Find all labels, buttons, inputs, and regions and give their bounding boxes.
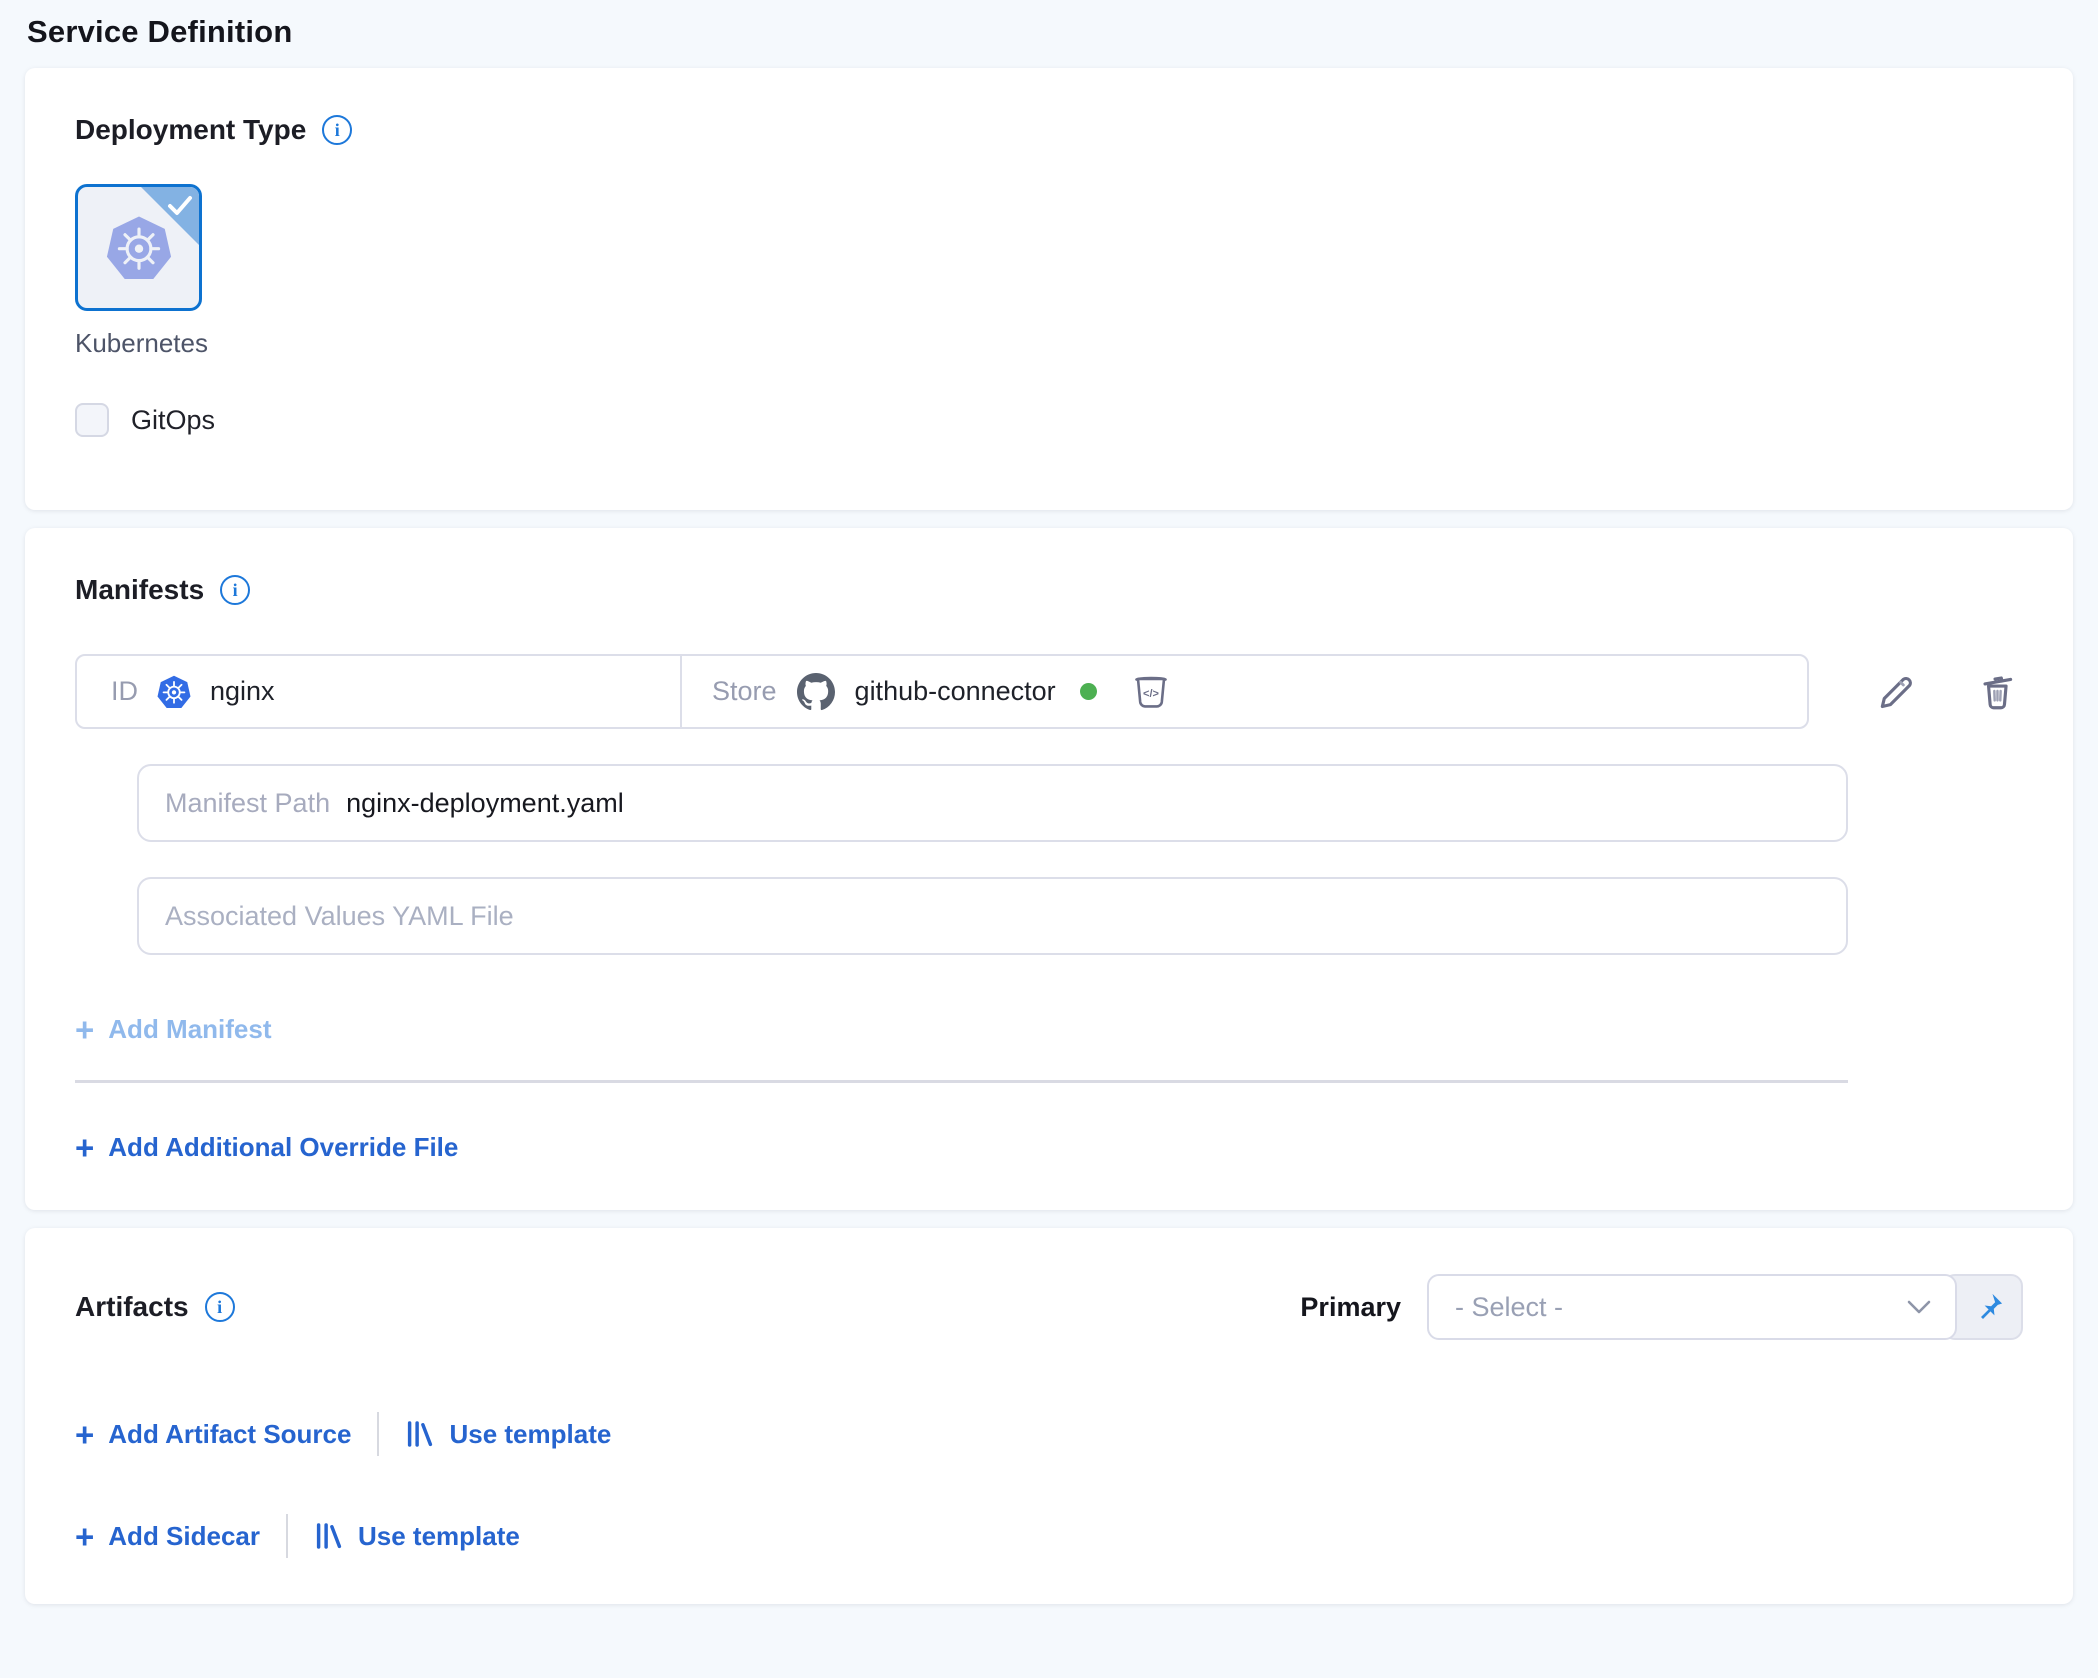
add-override-label: Add Additional Override File [108,1132,458,1163]
gitops-checkbox[interactable] [75,403,109,437]
manifest-path-label: Manifest Path [165,788,330,819]
use-template-label: Use template [358,1521,520,1552]
manifest-path-input[interactable] [346,766,1820,840]
check-icon [167,194,193,221]
artifacts-info-icon[interactable]: i [205,1292,235,1322]
section-divider [75,1080,1848,1083]
use-template-artifact-button[interactable]: Use template [405,1419,611,1450]
artifacts-card: Artifacts i Primary - Select - [25,1228,2073,1604]
plus-icon: + [75,1131,94,1164]
page-title: Service Definition [25,12,2073,68]
deployment-type-card: Deployment Type i [25,68,2073,510]
plus-icon: + [75,1520,94,1553]
pin-icon [1973,1291,2005,1323]
code-store-icon[interactable]: </> [1131,674,1171,710]
gitops-label: GitOps [131,405,215,436]
artifacts-heading: Artifacts [75,1291,189,1323]
template-library-icon [314,1521,344,1551]
values-yaml-input[interactable] [165,879,1820,953]
chevron-down-icon [1907,1300,1931,1314]
github-icon [797,673,835,711]
manifest-row[interactable]: ID [75,654,1809,729]
use-template-sidecar-button[interactable]: Use template [314,1521,520,1552]
kubernetes-manifest-type-icon [156,675,192,709]
primary-artifact-select[interactable]: - Select - [1427,1274,1957,1340]
manifest-id-label: ID [111,676,138,707]
deployment-type-tile-kubernetes[interactable] [75,184,202,311]
plus-icon: + [75,1418,94,1451]
manifest-path-field: Manifest Path [137,764,1848,842]
manifests-card: Manifests i ID [25,528,2073,1210]
manifest-store-label: Store [712,676,777,707]
add-manifest-button[interactable]: + Add Manifest [75,1013,272,1046]
trash-icon [1977,671,2019,713]
add-artifact-source-button[interactable]: + Add Artifact Source [75,1418,351,1451]
gitops-toggle[interactable]: GitOps [75,403,215,437]
edit-manifest-button[interactable] [1871,667,1921,717]
manifests-heading: Manifests [75,574,204,606]
add-manifest-label: Add Manifest [108,1014,271,1045]
vertical-divider [286,1514,288,1558]
primary-select-value: - Select - [1455,1292,1563,1323]
vertical-divider [377,1412,379,1456]
manifests-info-icon[interactable]: i [220,575,250,605]
manifest-id-value: nginx [210,676,275,707]
add-sidecar-button[interactable]: + Add Sidecar [75,1520,260,1553]
use-template-label: Use template [449,1419,611,1450]
svg-text:</>: </> [1143,688,1159,700]
plus-icon: + [75,1013,94,1046]
add-artifact-source-label: Add Artifact Source [108,1419,351,1450]
pencil-icon [1875,671,1917,713]
deployment-type-info-icon[interactable]: i [322,115,352,145]
manifest-store-value: github-connector [855,676,1056,707]
add-override-file-button[interactable]: + Add Additional Override File [75,1131,458,1164]
connector-status-dot [1080,683,1097,700]
template-library-icon [405,1419,435,1449]
primary-artifact-label: Primary [1300,1292,1401,1323]
deployment-type-heading: Deployment Type [75,114,306,146]
delete-manifest-button[interactable] [1973,667,2023,717]
values-yaml-field [137,877,1848,955]
add-sidecar-label: Add Sidecar [108,1521,260,1552]
tile-label-kubernetes: Kubernetes [75,328,208,359]
service-definition-page: Service Definition Deployment Type i [0,0,2098,1604]
